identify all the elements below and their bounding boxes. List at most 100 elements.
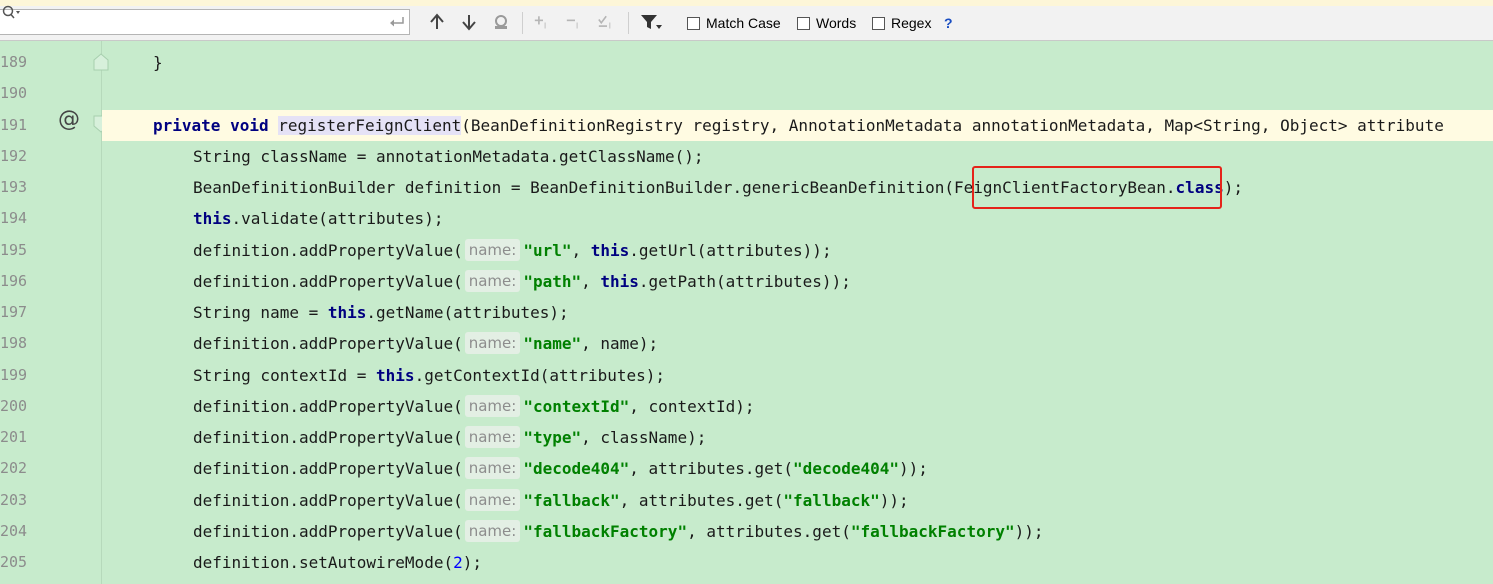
code-text: , name); (581, 334, 659, 353)
code-text: definition.addPropertyValue( (193, 428, 463, 447)
string-literal: "url" (523, 241, 572, 260)
code-text: definition.addPropertyValue( (193, 334, 463, 353)
line-number: 197 (0, 303, 28, 321)
match-case-box[interactable] (687, 16, 700, 30)
code-line-194: this.validate(attributes); (102, 203, 1493, 234)
find-toolbar: I I I Match Case Words Regex ? (0, 0, 1493, 41)
code-line-192: String className = annotationMetadata.ge… (102, 141, 1493, 172)
find-all-icon[interactable] (492, 13, 510, 31)
line-number: 203 (0, 491, 28, 509)
param-hint: name: (464, 239, 521, 261)
notification-stripe (0, 0, 1493, 6)
arrow-up-icon[interactable] (428, 13, 446, 31)
keyword-this: this (376, 366, 415, 385)
code-line-200: definition.addPropertyValue(name: "contex… (102, 391, 1493, 422)
code-line-196: definition.addPropertyValue(name: "path",… (102, 266, 1493, 297)
code-line-193: BeanDefinitionBuilder definition = BeanD… (102, 172, 1493, 203)
code-text: , className); (581, 428, 707, 447)
string-literal: "fallbackFactory" (523, 522, 688, 541)
code-text: )); (1014, 522, 1044, 541)
code-text: String className = annotationMetadata.ge… (193, 147, 704, 166)
line-number: 200 (0, 397, 28, 415)
code-editor[interactable]: } private void registerFeignClient(BeanD… (102, 41, 1493, 584)
code-text: .validate(attributes); (231, 209, 444, 228)
method-name: registerFeignClient (278, 116, 462, 135)
code-text: , attributes.get( (687, 522, 851, 541)
code-text: , (581, 272, 601, 291)
code-text: , attributes.get( (619, 491, 784, 510)
keyword-void: void (230, 116, 269, 135)
string-literal: "fallback" (783, 491, 880, 510)
highlight-annotation-box (972, 166, 1222, 209)
param-hint: name: (464, 270, 521, 292)
words-checkbox[interactable]: Words (797, 15, 856, 31)
filter-icon[interactable] (640, 13, 664, 31)
code-line-199: String contextId = this.getContextId(att… (102, 360, 1493, 391)
line-number: 194 (0, 209, 28, 227)
string-literal: "decode404" (523, 459, 630, 478)
arrow-down-icon[interactable] (460, 13, 478, 31)
svg-text:I: I (576, 21, 578, 31)
string-literal: "contextId" (523, 397, 630, 416)
code-line-197: String name = this.getName(attributes); (102, 297, 1493, 328)
search-icon[interactable] (2, 5, 22, 21)
code-text: .getPath(attributes)); (638, 272, 851, 291)
string-literal: "decode404" (793, 459, 900, 478)
svg-text:I: I (609, 21, 611, 31)
enter-icon[interactable] (388, 15, 406, 29)
keyword-this: this (590, 241, 630, 260)
regex-label: Regex (891, 15, 932, 31)
line-number: 202 (0, 459, 28, 477)
line-number: 201 (0, 428, 28, 446)
regex-help-link[interactable]: ? (944, 15, 953, 31)
code-text: String contextId = (193, 366, 377, 385)
remove-occurrence-icon[interactable]: I (566, 13, 584, 31)
code-text: definition.addPropertyValue( (193, 241, 463, 260)
keyword-this: this (327, 303, 367, 322)
string-literal: "fallback" (523, 491, 620, 510)
param-hint: name: (464, 332, 521, 354)
number-literal: 2 (453, 553, 463, 572)
line-number: 196 (0, 272, 28, 290)
toolbar-separator (522, 12, 523, 34)
line-number: 191 (0, 116, 28, 134)
line-number: 189 (0, 53, 28, 71)
code-line-189: } (102, 47, 1493, 78)
keyword-this: this (193, 209, 232, 228)
code-line-204: definition.addPropertyValue(name: "fallba… (102, 516, 1493, 547)
code-text: .getName(attributes); (366, 303, 569, 322)
words-label: Words (816, 15, 857, 31)
code-text: BeanDefinitionBuilder definition = BeanD… (193, 178, 945, 197)
code-line-195: definition.addPropertyValue(name: "url", … (102, 235, 1493, 266)
select-all-occurrences-icon[interactable]: I (598, 13, 616, 31)
code-line-203: definition.addPropertyValue(name: "fallba… (102, 485, 1493, 516)
code-line-191: private void registerFeignClient(BeanDef… (102, 110, 1493, 141)
code-text: , attributes.get( (629, 459, 794, 478)
code-text: .getUrl(attributes)); (629, 241, 832, 260)
override-annotation-icon[interactable]: @ (58, 107, 80, 132)
code-text: definition.addPropertyValue( (193, 522, 463, 541)
method-params: (BeanDefinitionRegistry registry, Annota… (461, 116, 1444, 135)
add-occurrence-icon[interactable]: I (534, 13, 552, 31)
line-number: 199 (0, 366, 28, 384)
code-text: )); (899, 459, 928, 478)
regex-box[interactable] (872, 16, 885, 30)
line-number: 195 (0, 241, 28, 259)
param-hint: name: (464, 520, 521, 542)
search-input[interactable] (0, 9, 410, 35)
code-text: , (571, 241, 591, 260)
string-literal: "type" (523, 428, 582, 447)
code-text: )); (879, 491, 909, 510)
closing-brace: } (153, 53, 163, 72)
match-case-checkbox[interactable]: Match Case (687, 15, 781, 31)
code-text: definition.addPropertyValue( (193, 272, 463, 291)
code-text: definition.addPropertyValue( (193, 397, 463, 416)
code-line-198: definition.addPropertyValue(name: "name",… (102, 328, 1493, 359)
code-text: definition.addPropertyValue( (193, 459, 463, 478)
string-literal: "fallbackFactory" (850, 522, 1015, 541)
line-number: 193 (0, 178, 28, 196)
line-number: 204 (0, 522, 28, 540)
words-box[interactable] (797, 16, 810, 30)
regex-checkbox[interactable]: Regex (872, 15, 931, 31)
